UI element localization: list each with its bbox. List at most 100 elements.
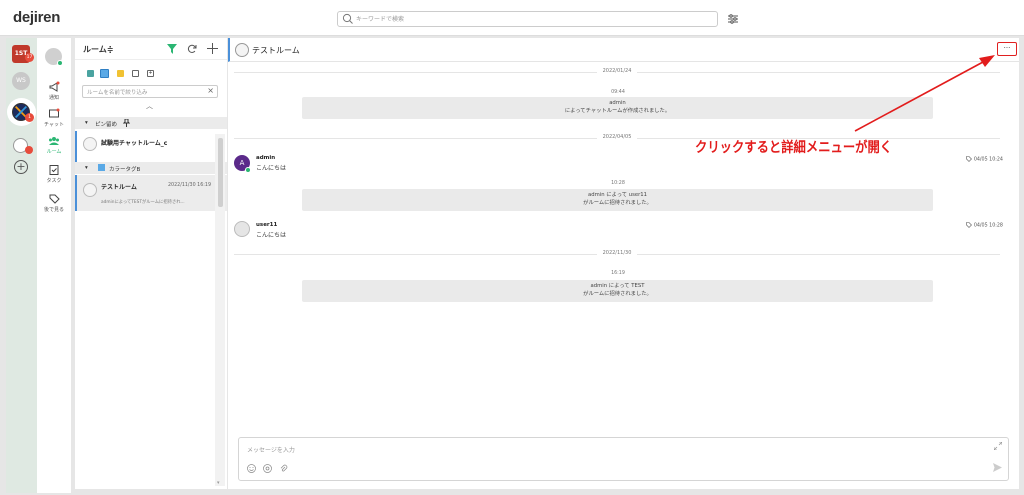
mention-icon[interactable] [263,464,272,473]
message-timestamp: 04/05 10:24 [966,156,1003,163]
settings-sliders-icon[interactable] [727,13,739,25]
filter-icon[interactable] [167,44,177,54]
nav-label: ルーム [46,149,62,155]
nav-label: タスク [46,178,62,184]
room-avatar [83,137,97,151]
search-input[interactable]: キーワードで検索 [337,11,718,27]
caret-down-icon: ▾ [85,165,88,171]
refresh-icon[interactable] [187,44,197,54]
system-line: がルームに招待されました。 [583,290,652,297]
room-date: 2022/11/30 16:19 [168,183,211,188]
annotation-label: クリックすると詳細メニューが開く [695,140,893,156]
nav-item-rooms[interactable]: ルーム [37,135,71,155]
room-item[interactable]: 試験用チャットルーム_c [75,131,227,164]
workspace-badge-3 [25,146,33,154]
chat-header: テストルーム ··· [228,38,1019,62]
room-sort-dropdown[interactable]: ルーム≑ [83,44,113,55]
system-time: 10:28 [611,181,625,186]
system-line: がルームに招待されました。 [583,199,652,206]
section-color-tag[interactable]: ▾ カラータグB [75,162,227,174]
composer-placeholder: メッセージを入力 [247,447,295,454]
send-icon[interactable] [993,463,1002,472]
add-workspace-icon[interactable]: + [14,160,28,174]
color-tag-add[interactable]: + [147,70,154,77]
nav-label: 後で見る [43,207,64,213]
color-tag-yellow[interactable] [117,70,124,77]
nav-item-tasks[interactable]: タスク [37,164,71,184]
attachment-icon[interactable] [279,464,288,473]
room-filter-input[interactable]: ルームを名前で絞り込み × [82,85,218,98]
expand-icon[interactable] [994,442,1002,450]
presence-dot [245,167,251,173]
scroll-down-icon[interactable]: ▾ [217,480,220,486]
color-tag-teal[interactable] [87,70,94,77]
side-nav: 通知 チャット ルーム タスク 後で見る [37,38,71,493]
avatar[interactable] [234,221,250,237]
system-time: 16:19 [611,271,625,276]
room-list-panel: ルーム≑ + ルームを名前で絞り込み × ︿ ▾ ピン留め 試験用チャットルーム… [75,38,227,489]
date-label: 2022/04/05 [597,134,637,140]
chevron-up-icon[interactable]: ︿ [146,101,153,111]
scrollbar-thumb[interactable] [218,138,223,207]
room-list-scrollbar[interactable]: ▾ [215,134,225,486]
pin-icon [123,119,130,127]
system-line: によってチャットルームが作成されました。 [564,107,671,114]
section-label: カラータグB [109,167,141,173]
users-icon [49,137,59,145]
workspace-badge-1: 17 [25,53,34,62]
system-line: admin によって user11 [587,192,648,198]
room-last-message: adminによってTESTがルームに招待され... [101,200,185,205]
room-name: テストルーム [101,184,137,191]
top-bar: dejiren キーワードで検索 [0,0,1024,36]
nav-item-chat[interactable]: チャット [37,108,71,128]
nav-label: チャット [44,122,64,128]
section-pinned[interactable]: ▾ ピン留め [75,117,227,129]
chat-title: テストルーム [252,46,300,55]
date-separator: 2022/01/24 [234,67,1000,77]
message-author[interactable]: admin [256,155,275,161]
room-item-active[interactable]: テストルーム 2022/11/30 16:19 adminによってTESTがルー… [75,175,227,211]
chat-icon [49,108,60,118]
nav-label: 通知 [48,95,59,101]
emoji-icon[interactable] [247,464,256,473]
system-message: admin によってチャットルームが作成されました。 [302,97,933,119]
system-time: 09:44 [611,90,625,95]
tag-icon [49,194,60,204]
workspace-bar: 1ST 17 WS 1 + [6,38,37,493]
room-avatar [235,43,249,57]
system-message: admin によって user11 がルームに招待されました。 [302,189,933,211]
system-line: admin [609,100,626,106]
tag-icon[interactable] [966,222,973,228]
clear-icon[interactable]: × [207,86,214,95]
room-list-header: ルーム≑ [75,38,227,60]
nav-item-notifications[interactable]: 通知 [37,81,71,101]
date-label: 2022/11/30 [597,250,637,256]
workspace-badge-2: 1 [25,113,34,122]
megaphone-icon [49,81,60,92]
more-menu-button[interactable]: ··· [997,42,1017,56]
message-author[interactable]: user11 [256,222,277,228]
chat-panel: テストルーム ··· 2022/01/24 09:44 admin によってチャ… [228,38,1019,489]
message-time: 04/05 10:28 [973,223,1003,229]
tag-color-square [98,164,105,171]
system-line: admin によって TEST [590,283,645,289]
message-time: 04/05 10:24 [973,157,1003,163]
message-timestamp: 04/05 10:28 [966,222,1003,229]
add-room-icon[interactable] [207,43,218,54]
search-icon [342,13,353,24]
section-label: ピン留め [95,122,118,128]
search-placeholder: キーワードで検索 [356,16,405,23]
message-composer[interactable]: メッセージを入力 [238,437,1009,481]
presence-dot [57,60,63,66]
nav-item-later[interactable]: 後で見る [37,193,71,213]
room-name: 試験用チャットルーム_c [101,140,168,147]
message-text: こんにちは [256,165,287,172]
room-filter-placeholder: ルームを名前で絞り込み [87,90,148,96]
color-tag-none[interactable] [132,70,139,77]
app-logo[interactable]: dejiren [13,9,60,26]
workspace-icon-2[interactable]: WS [12,72,30,90]
system-message: admin によって TEST がルームに招待されました。 [302,280,933,302]
room-avatar [83,183,97,197]
tag-icon[interactable] [966,156,973,162]
color-tag-blue[interactable] [100,69,109,78]
